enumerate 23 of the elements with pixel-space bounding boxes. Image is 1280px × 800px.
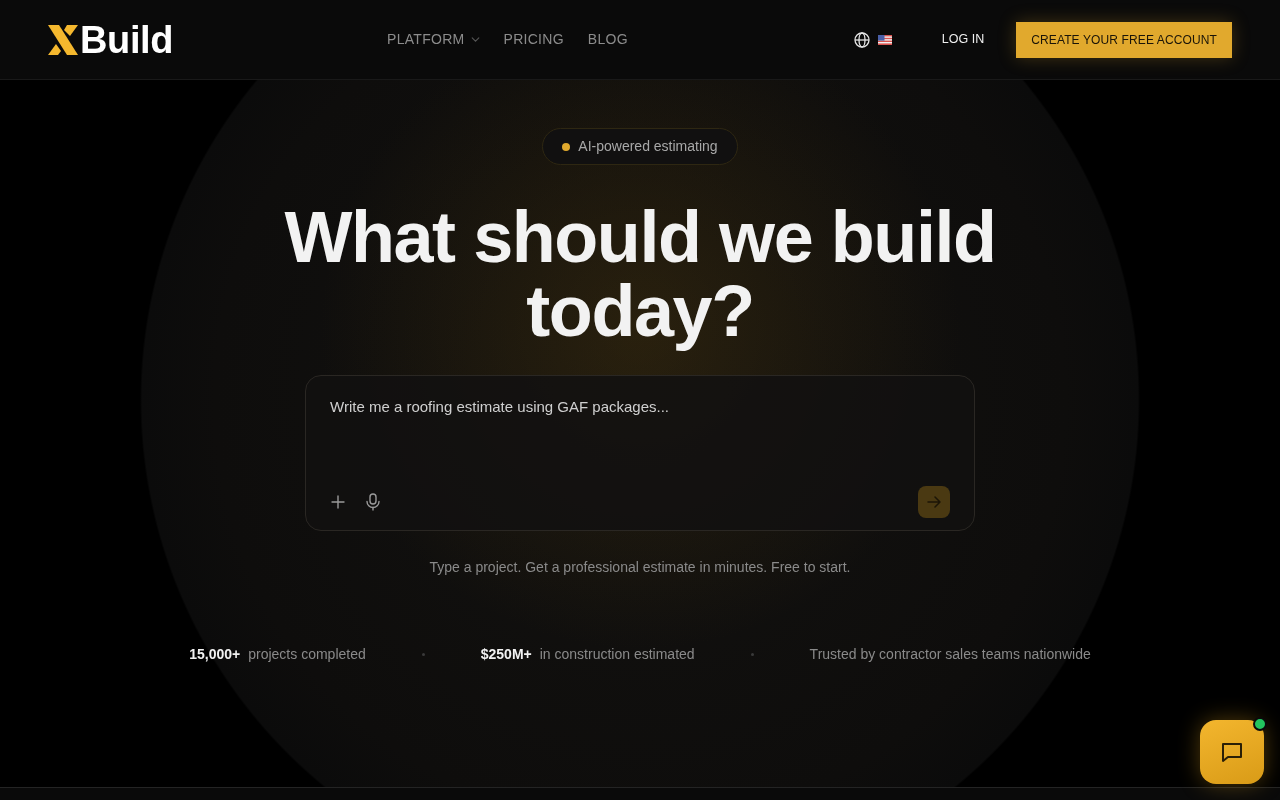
nav-link[interactable]: BLOG bbox=[587, 29, 628, 50]
nav-link[interactable]: PLATFORM bbox=[387, 29, 480, 50]
stat-value: $250M+ bbox=[480, 645, 532, 664]
login-link[interactable]: LOG IN bbox=[941, 30, 985, 49]
nav-link[interactable]: PRICING bbox=[503, 29, 564, 50]
prompt-field[interactable]: Write me a roofing estimate using GAF packages... bbox=[330, 396, 950, 470]
chat-bubble-icon bbox=[1220, 740, 1244, 764]
create-account-button[interactable]: CREATE YOUR FREE ACCOUNT bbox=[1016, 21, 1232, 58]
stat-label: Trusted by contractor sales teams nationwide bbox=[809, 645, 1091, 664]
stat-label: projects completed bbox=[248, 645, 366, 664]
globe-icon[interactable] bbox=[853, 31, 870, 48]
badge-label: AI-powered estimating bbox=[578, 137, 718, 156]
stat-label: in construction estimated bbox=[539, 645, 695, 664]
prompt-input-box[interactable]: Write me a roofing estimate using GAF packages... bbox=[305, 375, 975, 531]
flag-icon[interactable] bbox=[877, 34, 892, 45]
brand-logo[interactable]: Build bbox=[48, 20, 174, 59]
plus-icon[interactable] bbox=[330, 494, 346, 510]
microphone-icon[interactable] bbox=[366, 493, 380, 511]
stat-value: 15,000+ bbox=[189, 645, 241, 664]
chat-button[interactable] bbox=[1200, 720, 1264, 784]
logo-mark-icon bbox=[48, 24, 78, 55]
arrow-right-icon bbox=[927, 496, 941, 508]
hero-caption: Type a project. Get a professional estimate in minutes. Free to start. bbox=[429, 558, 851, 577]
